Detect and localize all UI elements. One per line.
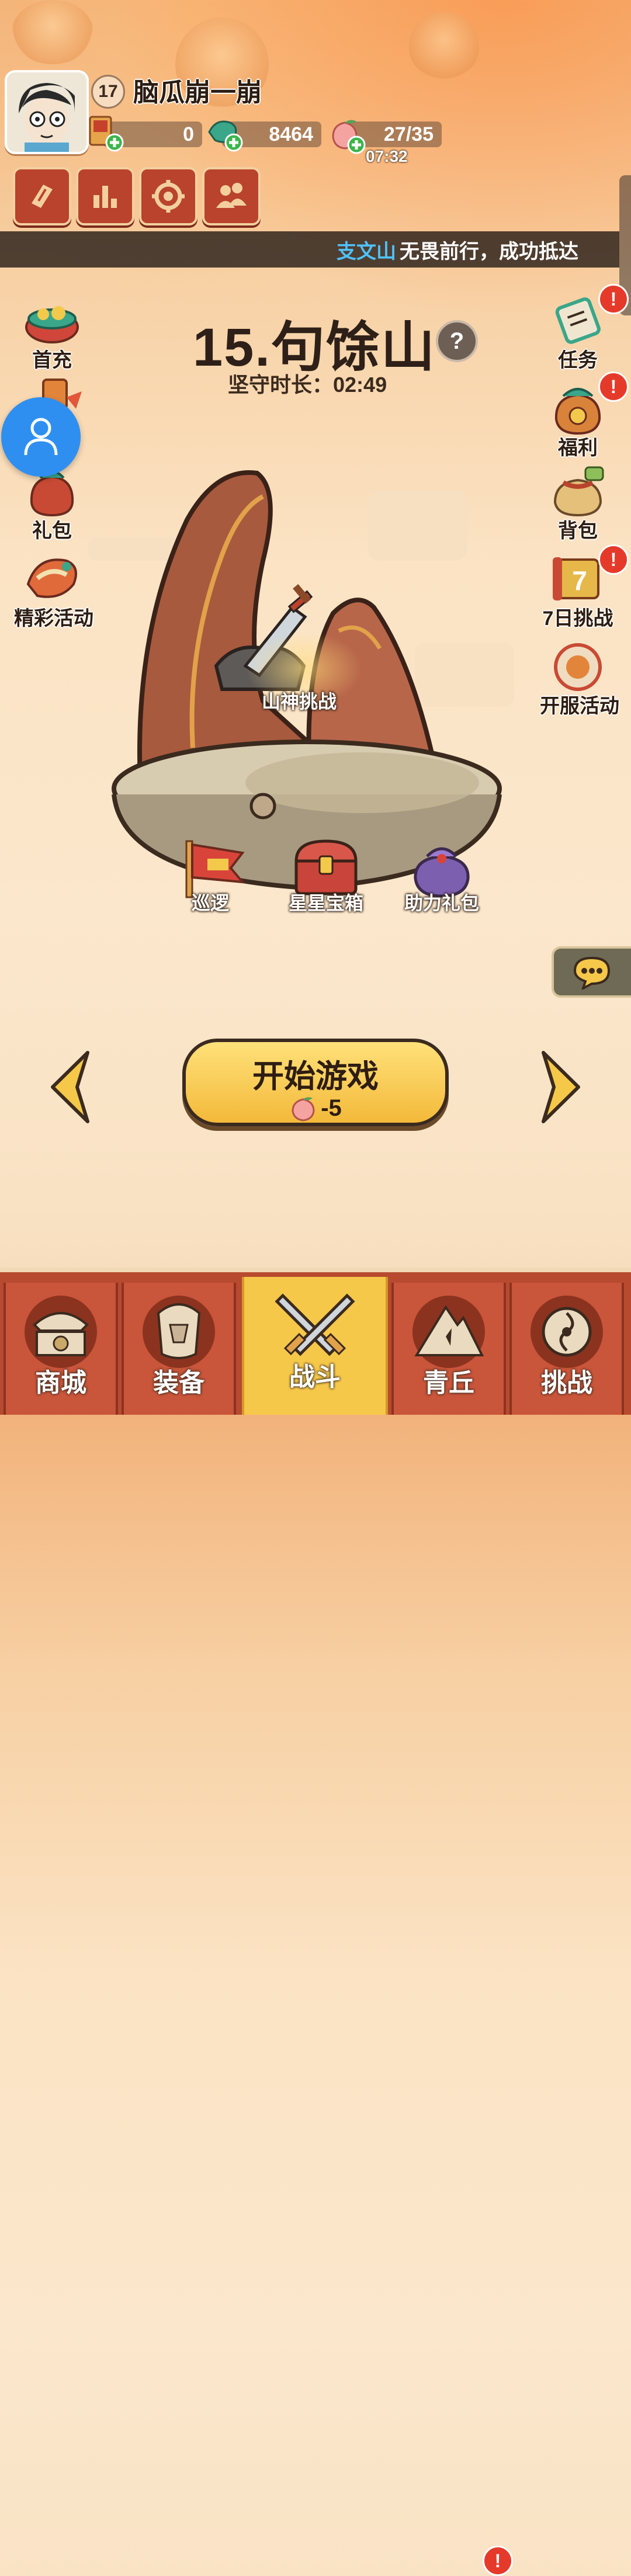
welfare-alert-badge: !	[598, 372, 629, 402]
ranking-button[interactable]	[76, 167, 134, 225]
armor-icon	[143, 1296, 215, 1368]
assist-gift-button[interactable]: 助力礼包	[395, 835, 488, 915]
marquee-text: 无畏前行，成功抵达	[400, 240, 578, 263]
chevron-right-icon	[542, 1051, 580, 1123]
ticket-icon	[32, 185, 53, 208]
start-game-button[interactable]: 开始游戏 -5	[182, 1039, 449, 1126]
server-launch-event-button[interactable]: 开服活动	[540, 637, 619, 718]
events-button[interactable]: 精彩活动	[14, 549, 93, 631]
stamina-timer: 07:32	[366, 147, 408, 165]
marquee-highlight: 支文山	[337, 240, 396, 263]
player-level-badge: 17	[91, 75, 125, 109]
treasure-bowl-icon	[25, 306, 79, 343]
mountain-icon	[412, 1296, 485, 1368]
announcement-marquee: 支文山 无畏前行，成功抵达	[0, 231, 619, 268]
stage-timer-label: 坚守时长：	[228, 373, 334, 397]
quests-alert-badge: !	[598, 284, 629, 314]
server-launch-label: 开服活动	[540, 695, 619, 717]
events-label: 精彩活动	[14, 607, 93, 630]
mountain-god-challenge-button[interactable]: 山神挑战	[262, 687, 337, 714]
floating-user-button[interactable]	[1, 397, 81, 477]
chat-button[interactable]	[552, 946, 631, 998]
star-chest-label: 星星宝箱	[288, 893, 363, 914]
jade-value: 8464	[269, 123, 313, 145]
launch-emblem-icon	[554, 643, 602, 691]
avatar-portrait-icon	[7, 72, 86, 152]
tab-qingqiu[interactable]: 青丘	[391, 1283, 506, 1415]
peach-add-icon[interactable]	[327, 117, 368, 155]
peach-icon	[292, 1096, 315, 1122]
chevron-left-icon	[51, 1051, 89, 1123]
star-chest-button[interactable]: 星星宝箱	[279, 835, 373, 915]
stage-help-button[interactable]: ?	[436, 320, 478, 362]
stamina-value: 27/35	[383, 123, 434, 145]
previous-stage-arrow[interactable]	[47, 1049, 93, 1125]
user-icon	[24, 418, 58, 456]
first-recharge-button[interactable]: 首充	[14, 291, 90, 373]
jade-add-icon[interactable]	[204, 114, 245, 153]
lantern-decoration	[12, 0, 93, 64]
tab-challenge[interactable]: 挑战	[509, 1283, 624, 1415]
player-avatar[interactable]	[5, 70, 89, 154]
ranking-icon	[93, 186, 117, 208]
crossed-swords-icon	[275, 1293, 355, 1356]
bag-button[interactable]: 背包	[540, 461, 616, 543]
gear-icon	[152, 180, 185, 213]
patrol-button[interactable]: 巡逻	[169, 835, 251, 915]
shop-icon	[25, 1296, 97, 1368]
assist-gift-label: 助力礼包	[404, 893, 479, 914]
lantern-decoration	[409, 12, 479, 82]
player-name: 脑瓜崩一崩	[133, 78, 262, 107]
tab-battle-label: 战斗	[289, 1363, 341, 1391]
stage-hold-time: 坚守时长：02:49	[228, 368, 387, 398]
seven-day-alert-badge: !	[598, 544, 629, 575]
chat-bubble-icon	[573, 956, 611, 990]
svg-text:7: 7	[572, 565, 587, 596]
start-game-cost: -5	[186, 1095, 445, 1122]
stage-timer-value: 02:49	[333, 373, 387, 397]
tab-equipment[interactable]: 装备	[122, 1283, 236, 1415]
friends-button[interactable]	[202, 167, 261, 225]
coins-value: 0	[183, 123, 194, 145]
tab-battle[interactable]: 战斗	[242, 1277, 388, 1415]
settings-button[interactable]	[139, 167, 197, 225]
dragon-scroll-icon	[26, 558, 77, 598]
start-cost-value: -5	[321, 1095, 342, 1121]
challenge-icon	[531, 1296, 603, 1368]
tickets-button[interactable]	[13, 167, 71, 225]
qingqiu-alert-badge: !	[483, 2546, 513, 2576]
start-game-label: 开始游戏	[252, 1059, 379, 1094]
friends-icon	[216, 183, 247, 208]
tab-shop[interactable]: 商城	[4, 1283, 118, 1415]
next-stage-arrow[interactable]	[538, 1049, 584, 1125]
coins-add-icon[interactable]	[85, 114, 126, 153]
backpack-icon	[553, 466, 604, 517]
seven-day-label: 7日挑战	[542, 607, 613, 630]
bottom-navigation: 商城 装备 战斗 青丘 ! 挑战	[0, 1268, 631, 2576]
